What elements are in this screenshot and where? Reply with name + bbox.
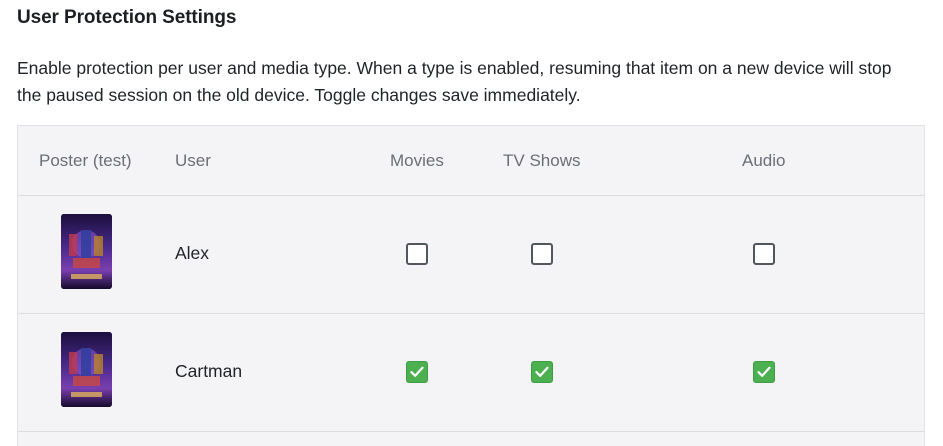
movies-checkbox[interactable] (406, 361, 428, 383)
audio-checkbox[interactable] (753, 361, 775, 383)
tv-shows-checkbox[interactable] (531, 243, 553, 265)
user-name: Cartman (175, 361, 243, 381)
column-header-movies: Movies (390, 151, 444, 170)
audio-checkbox[interactable] (753, 243, 775, 265)
column-header-poster: Poster (test) (39, 151, 132, 170)
column-header-audio: Audio (742, 151, 786, 170)
table-header: Poster (test) User Movies TV Shows Audio (18, 126, 924, 196)
table-row: Cartman (18, 314, 924, 432)
page-title: User Protection Settings (17, 7, 237, 28)
page-description: Enable protection per user and media typ… (17, 58, 892, 105)
user-name: Alex (175, 243, 210, 263)
column-header-tv-shows: TV Shows (503, 151, 581, 170)
movie-poster-icon (61, 214, 112, 289)
user-protection-table: Poster (test) User Movies TV Shows Audio… (17, 125, 925, 446)
user-protection-page: User Protection Settings Enable protecti… (0, 0, 943, 446)
movie-poster-icon (61, 332, 112, 407)
column-header-user: User (175, 151, 211, 170)
table-row: Alex (18, 196, 924, 314)
movies-checkbox[interactable] (406, 243, 428, 265)
tv-shows-checkbox[interactable] (531, 361, 553, 383)
